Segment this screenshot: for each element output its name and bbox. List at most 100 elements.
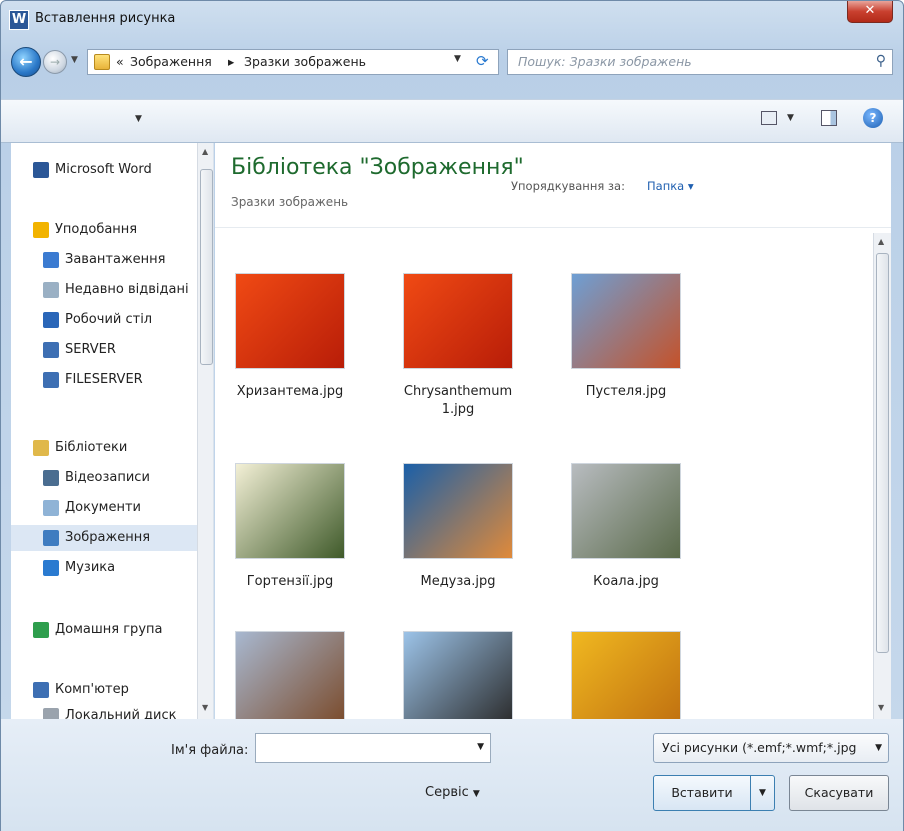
preview-pane-icon[interactable] [821, 110, 837, 126]
nav-item[interactable]: Документи [11, 495, 197, 521]
thumbnail-image[interactable] [571, 463, 681, 559]
tools-label[interactable]: Сервіс [425, 785, 469, 800]
arrange-by-label: Упорядкування за: [511, 179, 625, 193]
cancel-button[interactable]: Скасувати [789, 775, 889, 811]
back-button[interactable]: ← [11, 47, 41, 77]
library-title: Бібліотека "Зображення" [231, 155, 524, 180]
thumbnail-image[interactable] [571, 273, 681, 369]
nav-item-label: Локальний диск [65, 708, 177, 719]
documents-icon [43, 499, 59, 516]
nav-scrollbar[interactable]: ▲ ▼ [197, 143, 213, 719]
window-title: Вставлення рисунка [35, 11, 176, 26]
breadcrumb-overflow[interactable]: « [116, 54, 124, 69]
downloads-icon [43, 251, 59, 268]
nav-item[interactable]: Домашня група [11, 617, 197, 643]
organize-dropdown[interactable]: ▼ [135, 114, 142, 124]
recent-places-icon [43, 281, 59, 298]
nav-item-label: Документи [65, 500, 141, 515]
file-type-value[interactable]: Усі рисунки (*.emf;*.wmf;*.jpg [662, 740, 856, 755]
scroll-down-icon[interactable]: ▼ [878, 703, 884, 712]
file-item[interactable]: Пустеля.jpg [551, 273, 701, 401]
drive-icon [43, 707, 59, 719]
nav-item[interactable]: FILESERVER [11, 367, 197, 393]
nav-item[interactable]: SERVER [11, 337, 197, 363]
file-name[interactable]: Хризантема.jpg [215, 383, 365, 401]
navigation-pane: Microsoft Word Уподобання Завантаження Неда… [11, 143, 214, 719]
file-item[interactable]: Гортензії.jpg [215, 463, 365, 591]
nav-item[interactable]: Відеозаписи [11, 465, 197, 491]
recent-pages-dropdown[interactable]: ▼ [71, 55, 78, 65]
nav-item[interactable]: Microsoft Word [11, 157, 197, 183]
refresh-icon[interactable]: ⟳ [476, 52, 489, 70]
file-type-filter[interactable]: Усі рисунки (*.emf;*.wmf;*.jpg ▼ [653, 733, 889, 763]
address-dropdown[interactable]: ▼ [454, 54, 461, 64]
folder-icon [94, 54, 110, 70]
nav-item-label: Завантаження [65, 252, 166, 267]
file-item[interactable]: Медуза.jpg [383, 463, 533, 591]
nav-item[interactable]: Уподобання [11, 217, 197, 243]
thumbnail-image[interactable] [235, 273, 345, 369]
filename-dropdown[interactable]: ▼ [477, 742, 484, 752]
address-bar[interactable]: « Зображення ▸ Зразки зображень ▼ ⟳ [87, 49, 499, 75]
nav-item[interactable]: Завантаження [11, 247, 197, 273]
chevron-down-icon[interactable]: ▼ [875, 734, 882, 762]
computer-icon [43, 341, 59, 358]
breadcrumb-pictures[interactable]: Зображення [130, 54, 212, 69]
file-item[interactable]: Chrysanthemum 1.jpg [383, 273, 533, 419]
content-scroll-thumb[interactable] [876, 253, 889, 653]
nav-item-label: Відеозаписи [65, 470, 150, 485]
nav-item-label: Домашня група [55, 622, 163, 637]
tools-dropdown[interactable]: Сервіс ▼ [425, 785, 480, 800]
file-name[interactable]: Медуза.jpg [383, 573, 533, 591]
thumbnail-image[interactable] [403, 463, 513, 559]
file-name[interactable]: Гортензії.jpg [215, 573, 365, 591]
address-row: ← → ▼ « Зображення ▸ Зразки зображень ▼ … [1, 45, 903, 79]
chevron-down-icon[interactable]: ▼ [473, 789, 480, 799]
computer-icon [43, 371, 59, 388]
nav-item-label: Microsoft Word [55, 162, 152, 177]
scroll-up-icon[interactable]: ▲ [878, 237, 884, 246]
breadcrumb-sample-pictures[interactable]: Зразки зображень [244, 54, 366, 69]
thumbnail-image[interactable] [403, 273, 513, 369]
nav-item[interactable]: Музика [11, 555, 197, 581]
nav-item[interactable]: Зображення [11, 525, 197, 551]
breadcrumb-separator-icon[interactable]: ▸ [228, 54, 234, 69]
nav-scroll-thumb[interactable] [200, 169, 213, 365]
insert-split-button[interactable]: Вставити ▼ [653, 775, 775, 811]
scroll-down-icon[interactable]: ▼ [202, 703, 208, 712]
forward-button[interactable]: → [43, 50, 67, 74]
file-name[interactable]: Коала.jpg [551, 573, 701, 591]
filename-input[interactable]: ▼ [255, 733, 491, 763]
nav-item[interactable]: Бібліотеки [11, 435, 197, 461]
arrange-by-dropdown[interactable]: Папка ▾ [647, 179, 694, 193]
title-bar: W Вставлення рисунка ✕ [1, 1, 903, 37]
file-item[interactable]: Коала.jpg [551, 463, 701, 591]
scroll-up-icon[interactable]: ▲ [202, 147, 208, 156]
help-icon[interactable]: ? [863, 108, 883, 128]
thumbnail-image[interactable] [235, 631, 345, 727]
nav-item[interactable]: Робочий стіл [11, 307, 197, 333]
change-view-icon[interactable] [761, 111, 777, 125]
thumbnail-image[interactable] [403, 631, 513, 727]
file-name[interactable]: Chrysanthemum 1.jpg [383, 383, 533, 419]
libraries-icon [33, 439, 49, 456]
nav-item-label: Уподобання [55, 222, 138, 237]
nav-item-label: Зображення [65, 530, 151, 545]
search-input[interactable]: Пошук: Зразки зображень [518, 54, 692, 69]
thumbnail-image[interactable] [571, 631, 681, 727]
search-box[interactable]: Пошук: Зразки зображень ⚲ [507, 49, 893, 75]
nav-item[interactable]: Недавно відвідані [11, 277, 197, 303]
content-scrollbar[interactable]: ▲ ▼ [873, 233, 891, 719]
file-item[interactable]: Хризантема.jpg [215, 273, 365, 401]
nav-item[interactable]: Комп'ютер [11, 677, 197, 703]
view-dropdown[interactable]: ▼ [787, 113, 794, 123]
thumbnail-image[interactable] [235, 463, 345, 559]
nav-item[interactable]: Локальний диск [11, 703, 197, 719]
file-name[interactable]: Пустеля.jpg [551, 383, 701, 401]
insert-options-dropdown[interactable]: ▼ [750, 776, 774, 810]
insert-button[interactable]: Вставити [654, 776, 750, 810]
close-button[interactable]: ✕ [847, 1, 893, 23]
nav-item-label: SERVER [65, 342, 116, 357]
nav-item-label: FILESERVER [65, 372, 143, 387]
search-icon[interactable]: ⚲ [876, 53, 886, 69]
